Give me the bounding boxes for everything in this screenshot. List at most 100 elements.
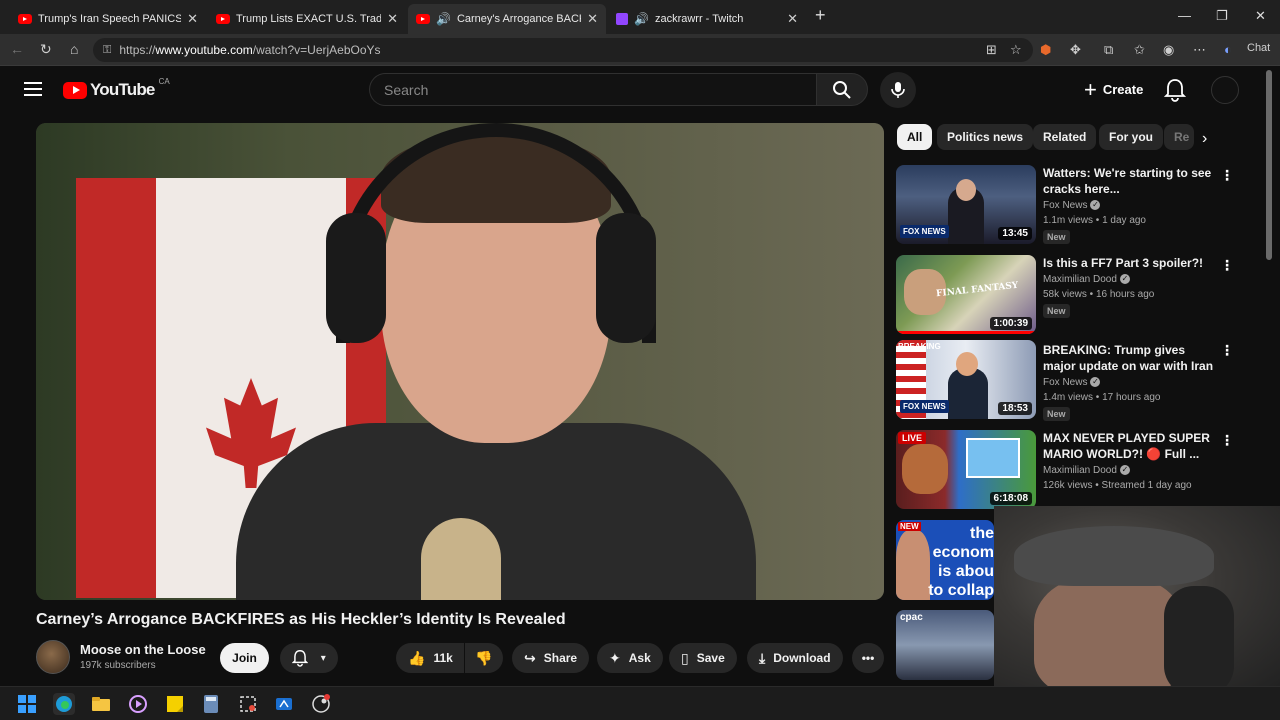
- menu-icon[interactable]: [24, 82, 42, 96]
- steam-icon[interactable]: [310, 693, 332, 715]
- minimize-icon[interactable]: —: [1178, 8, 1191, 23]
- notifications-bell-icon[interactable]: [1164, 78, 1186, 102]
- file-explorer-icon[interactable]: [90, 693, 112, 715]
- app-available-icon[interactable]: ⊞: [986, 42, 997, 58]
- recommendation-title[interactable]: Watters: We're starting to see cracks he…: [1043, 165, 1215, 197]
- account-avatar[interactable]: [1211, 76, 1239, 104]
- search-button[interactable]: [816, 73, 868, 106]
- join-button[interactable]: Join: [220, 643, 269, 673]
- media-player-icon[interactable]: [127, 693, 149, 715]
- more-vertical-icon[interactable]: ⋮: [1220, 167, 1234, 184]
- voice-search-button[interactable]: [880, 72, 916, 108]
- scrollbar-thumb[interactable]: [1266, 70, 1272, 260]
- youtube-icon: [416, 14, 430, 24]
- close-icon[interactable]: ✕: [187, 11, 198, 27]
- fox-news-logo: FOX NEWS: [900, 225, 949, 238]
- share-button[interactable]: ↪ Share: [512, 643, 590, 673]
- dislike-button[interactable]: 👎: [465, 643, 503, 673]
- calculator-icon[interactable]: [200, 693, 222, 715]
- chip-politics-news[interactable]: Politics news: [937, 124, 1034, 150]
- windows-taskbar: [0, 686, 1280, 720]
- new-tab-icon[interactable]: +: [815, 5, 826, 26]
- recommendation-title[interactable]: Is this a FF7 Part 3 spoiler?!: [1043, 255, 1215, 271]
- split-screen-icon[interactable]: ⧉: [1104, 42, 1113, 58]
- close-icon[interactable]: ✕: [387, 11, 398, 27]
- create-button[interactable]: + Create: [1072, 73, 1155, 106]
- channel-name[interactable]: Moose on the Loose: [80, 642, 206, 657]
- refresh-icon[interactable]: ↻: [40, 41, 52, 58]
- recommendation-title[interactable]: MAX NEVER PLAYED SUPER MARIO WORLD?! 🔴 F…: [1043, 430, 1215, 462]
- channel-avatar[interactable]: [36, 640, 70, 674]
- speaker-icon[interactable]: 🔊: [436, 12, 451, 26]
- recommendation-title[interactable]: BREAKING: Trump gives major update on wa…: [1043, 342, 1215, 374]
- more-menu-icon[interactable]: ⋯: [1193, 42, 1206, 58]
- window-close-icon[interactable]: ✕: [1255, 8, 1266, 24]
- youtube-logo[interactable]: YouTube CA: [63, 77, 170, 100]
- subscription-notifications-button[interactable]: ▾: [280, 643, 338, 673]
- video-thumbnail[interactable]: BREAKING FOX NEWS 18:53: [896, 340, 1036, 419]
- verified-check-icon: ✓: [1119, 465, 1130, 476]
- cpac-tag: cpac: [900, 612, 923, 623]
- video-duration: 6:18:08: [989, 492, 1032, 505]
- browser-tab-strip: Trump's Iran Speech PANICS The M ✕ Trump…: [0, 0, 1280, 34]
- tab-title: Trump's Iran Speech PANICS The M: [38, 13, 182, 25]
- more-actions-button[interactable]: •••: [852, 643, 884, 673]
- favorites-icon[interactable]: ✩: [1134, 42, 1145, 58]
- browser-tab[interactable]: Trump's Iran Speech PANICS The M ✕: [10, 4, 206, 34]
- copilot-icon[interactable]: ◐: [1224, 42, 1232, 57]
- browser-tab[interactable]: Trump Lists EXACT U.S. Trade Deal ✕: [208, 4, 406, 34]
- close-icon[interactable]: ✕: [787, 11, 798, 27]
- recommendation-item[interactable]: FOX NEWS 13:45 Watters: We're starting t…: [896, 165, 1256, 247]
- video-thumbnail[interactable]: LIVE 6:18:08: [896, 430, 1036, 509]
- chevron-right-icon[interactable]: ›: [1202, 130, 1207, 148]
- video-thumbnail[interactable]: FINAL FANTASY 1:00:39: [896, 255, 1036, 334]
- snipping-tool-icon[interactable]: [237, 693, 259, 715]
- recommendation-channel[interactable]: Maximilian Dood: [1043, 465, 1117, 476]
- recommendation-channel[interactable]: Fox News: [1043, 200, 1087, 211]
- more-vertical-icon[interactable]: ⋮: [1220, 257, 1234, 274]
- like-button[interactable]: 👍 11k: [396, 643, 464, 673]
- chip-for-you[interactable]: For you: [1099, 124, 1163, 150]
- save-button[interactable]: ▯ Save: [669, 643, 737, 673]
- chip-related[interactable]: Related: [1033, 124, 1097, 150]
- more-vertical-icon[interactable]: ⋮: [1220, 432, 1234, 449]
- extension-icon[interactable]: ⬢: [1040, 42, 1051, 58]
- download-button[interactable]: ⤓ Download: [747, 643, 843, 673]
- app-icon[interactable]: [273, 693, 295, 715]
- save-label: Save: [696, 651, 725, 665]
- back-icon[interactable]: ←: [10, 41, 24, 57]
- video-thumbnail[interactable]: NEW the econom is abou to collap: [896, 520, 994, 600]
- search-placeholder: Search: [384, 81, 429, 98]
- chip-all[interactable]: All: [897, 124, 933, 150]
- recommendation-item[interactable]: LIVE 6:18:08 MAX NEVER PLAYED SUPER MARI…: [896, 430, 1256, 512]
- windows-start-icon[interactable]: [16, 693, 38, 715]
- browser-tab-active[interactable]: 🔊 Carney's Arrogance BACKFIRE ✕: [408, 4, 606, 34]
- profile-icon[interactable]: ◉: [1163, 42, 1174, 58]
- chip-partial[interactable]: Re: [1164, 124, 1194, 150]
- webcam-subject-headphones: [1164, 586, 1234, 686]
- speaker-icon[interactable]: 🔊: [634, 12, 649, 26]
- favorite-star-icon[interactable]: ☆: [1010, 42, 1022, 58]
- video-thumbnail[interactable]: FOX NEWS 13:45: [896, 165, 1036, 244]
- ask-button[interactable]: ✦ Ask: [597, 643, 663, 673]
- close-icon[interactable]: ✕: [587, 11, 598, 27]
- chat-label[interactable]: Chat: [1247, 42, 1270, 54]
- home-icon[interactable]: ⌂: [70, 41, 78, 57]
- search-input[interactable]: Search: [369, 73, 816, 106]
- more-vertical-icon[interactable]: ⋮: [1220, 342, 1234, 359]
- page-scrollbar[interactable]: [1266, 70, 1274, 260]
- edge-browser-icon[interactable]: [53, 693, 75, 715]
- browser-tab[interactable]: 🔊 zackrawrr - Twitch ✕: [608, 4, 806, 34]
- video-thumbnail[interactable]: cpac: [896, 610, 994, 680]
- extensions-icon[interactable]: ✥: [1070, 42, 1081, 58]
- video-player[interactable]: [36, 123, 884, 600]
- headphone-cup: [596, 213, 656, 343]
- maximize-icon[interactable]: ❐: [1216, 8, 1228, 24]
- sticky-notes-icon[interactable]: [164, 693, 186, 715]
- recommendation-item[interactable]: BREAKING FOX NEWS 18:53 BREAKING: Trump …: [896, 340, 1256, 422]
- recommendation-channel[interactable]: Maximilian Dood: [1043, 274, 1117, 285]
- recommendation-channel[interactable]: Fox News: [1043, 377, 1087, 388]
- site-info-icon[interactable]: ⚿: [103, 44, 111, 57]
- recommendation-item[interactable]: FINAL FANTASY 1:00:39 Is this a FF7 Part…: [896, 255, 1256, 337]
- url-field[interactable]: ⚿ https://www.youtube.com/watch?v=UerjAe…: [93, 38, 1033, 62]
